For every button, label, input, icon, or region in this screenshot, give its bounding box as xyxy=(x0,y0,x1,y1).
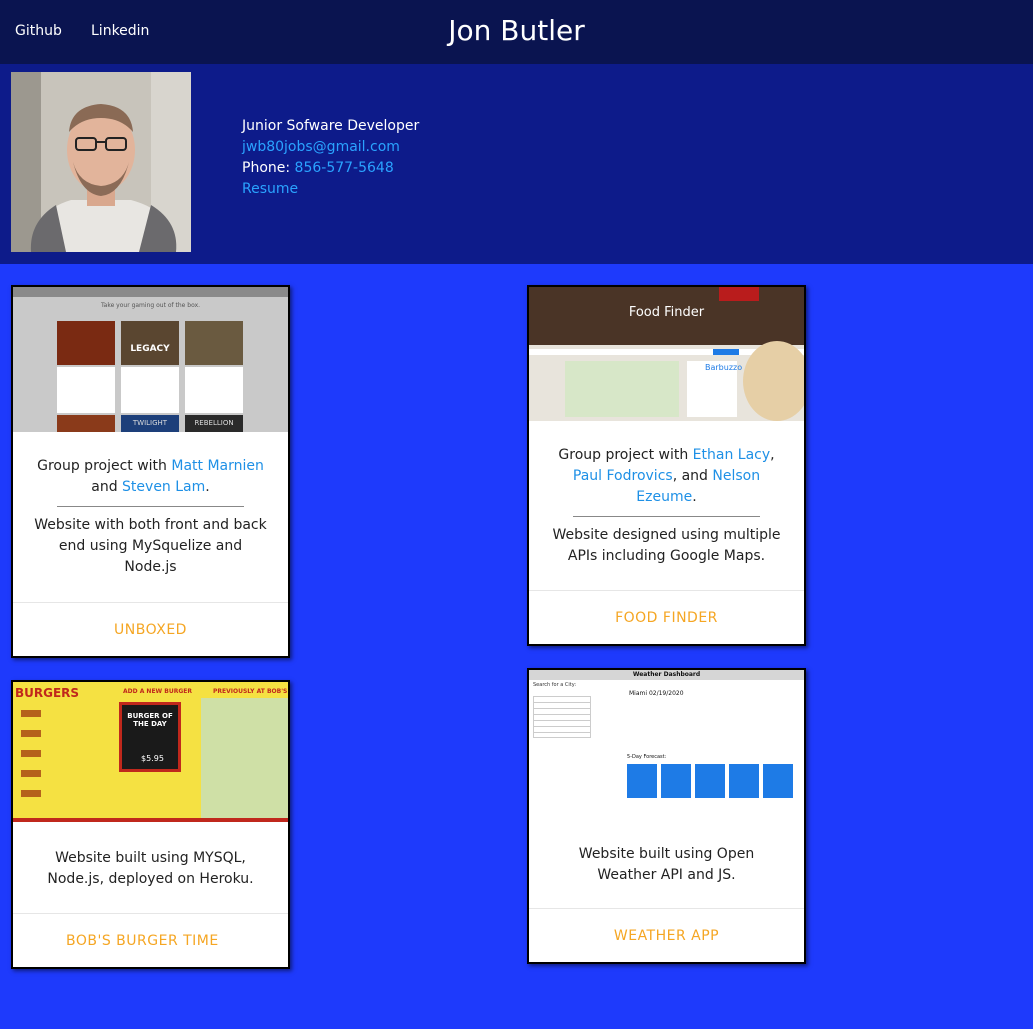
burger-thumb-price: $5.95 xyxy=(141,754,164,763)
contributor-link[interactable]: Ethan Lacy xyxy=(693,447,770,463)
weather-thumb-search: Search for a City: xyxy=(533,682,577,688)
food-credits: Group project with Ethan Lacy, Paul Fodr… xyxy=(558,447,775,505)
burger-thumb-board: BURGER OF THE DAY xyxy=(127,712,173,728)
burger-thumb-logo: BURGERS xyxy=(15,686,80,700)
contributor-link[interactable]: Matt Marnien xyxy=(171,458,264,474)
profile-photo xyxy=(11,72,191,252)
divider xyxy=(57,506,244,507)
job-title: Junior Sofware Developer xyxy=(242,118,420,134)
site-title: Jon Butler xyxy=(448,14,585,47)
burger-thumb-add: ADD A NEW BURGER xyxy=(123,688,192,695)
burger-description: Website built using MYSQL, Node.js, depl… xyxy=(47,850,254,887)
food-body: Group project with Ethan Lacy, Paul Fodr… xyxy=(529,421,804,567)
unboxed-screenshot: Take your gaming out of the box. LEGACY … xyxy=(13,287,288,432)
weather-screenshot: Weather Dashboard Search for a City: Mia… xyxy=(529,670,804,832)
weather-description: Website built using Open Weather API and… xyxy=(578,846,755,883)
food-finder-screenshot: Food Finder Barbuzzo xyxy=(529,287,804,421)
food-finder-link[interactable]: FOOD FINDER xyxy=(529,590,804,644)
unboxed-thumb-game1: LEGACY xyxy=(121,321,179,365)
burger-body: Website built using MYSQL, Node.js, depl… xyxy=(13,822,288,890)
weather-thumb-city: Miami 02/19/2020 xyxy=(629,690,684,697)
weather-thumb-forecast: 5-Day Forecast: xyxy=(627,754,667,760)
unboxed-thumb-game2: REBELLION xyxy=(185,415,243,432)
unboxed-body: Group project with Matt Marnien and Stev… xyxy=(13,432,288,578)
phone-link[interactable]: 856-577-5648 xyxy=(295,160,394,176)
food-thumb-title: Food Finder xyxy=(628,305,705,320)
phone-label: Phone: xyxy=(242,160,291,176)
bobs-burger-link[interactable]: BOB'S BURGER TIME xyxy=(13,913,288,967)
burger-screenshot: BURGERS ADD A NEW BURGER PREVIOUSLY AT B… xyxy=(13,682,288,822)
profile-info: Junior Sofware Developer jwb80jobs@gmail… xyxy=(242,116,419,200)
resume-link[interactable]: Resume xyxy=(242,181,298,197)
project-card-food-finder: Food Finder Barbuzzo Group project with … xyxy=(527,285,806,646)
unboxed-description: Website with both front and back end usi… xyxy=(34,517,267,575)
unboxed-credits: Group project with Matt Marnien and Stev… xyxy=(37,458,264,495)
weather-app-link[interactable]: WEATHER APP xyxy=(529,908,804,962)
unboxed-link[interactable]: UNBOXED xyxy=(13,602,288,656)
weather-body: Website built using Open Weather API and… xyxy=(529,832,804,886)
project-card-burger: BURGERS ADD A NEW BURGER PREVIOUSLY AT B… xyxy=(11,680,290,969)
profile-header: Junior Sofware Developer jwb80jobs@gmail… xyxy=(0,64,1033,264)
weather-thumb-title: Weather Dashboard xyxy=(632,671,701,678)
unboxed-thumb-caption: Take your gaming out of the box. xyxy=(100,302,201,309)
burger-thumb-right: PREVIOUSLY AT BOB'S xyxy=(213,688,288,695)
navbar: Github Linkedin Jon Butler xyxy=(0,0,1033,64)
food-description: Website designed using multiple APIs inc… xyxy=(552,527,781,564)
contributor-link[interactable]: Paul Fodrovics xyxy=(573,468,673,484)
email-link[interactable]: jwb80jobs@gmail.com xyxy=(242,139,400,155)
food-thumb-place: Barbuzzo xyxy=(705,363,743,372)
project-card-weather: Weather Dashboard Search for a City: Mia… xyxy=(527,668,806,964)
divider xyxy=(573,516,760,517)
project-card-unboxed: Take your gaming out of the box. LEGACY … xyxy=(11,285,290,658)
contributor-link[interactable]: Steven Lam xyxy=(122,479,205,495)
unboxed-thumb-game3: TWILIGHT xyxy=(121,415,179,432)
